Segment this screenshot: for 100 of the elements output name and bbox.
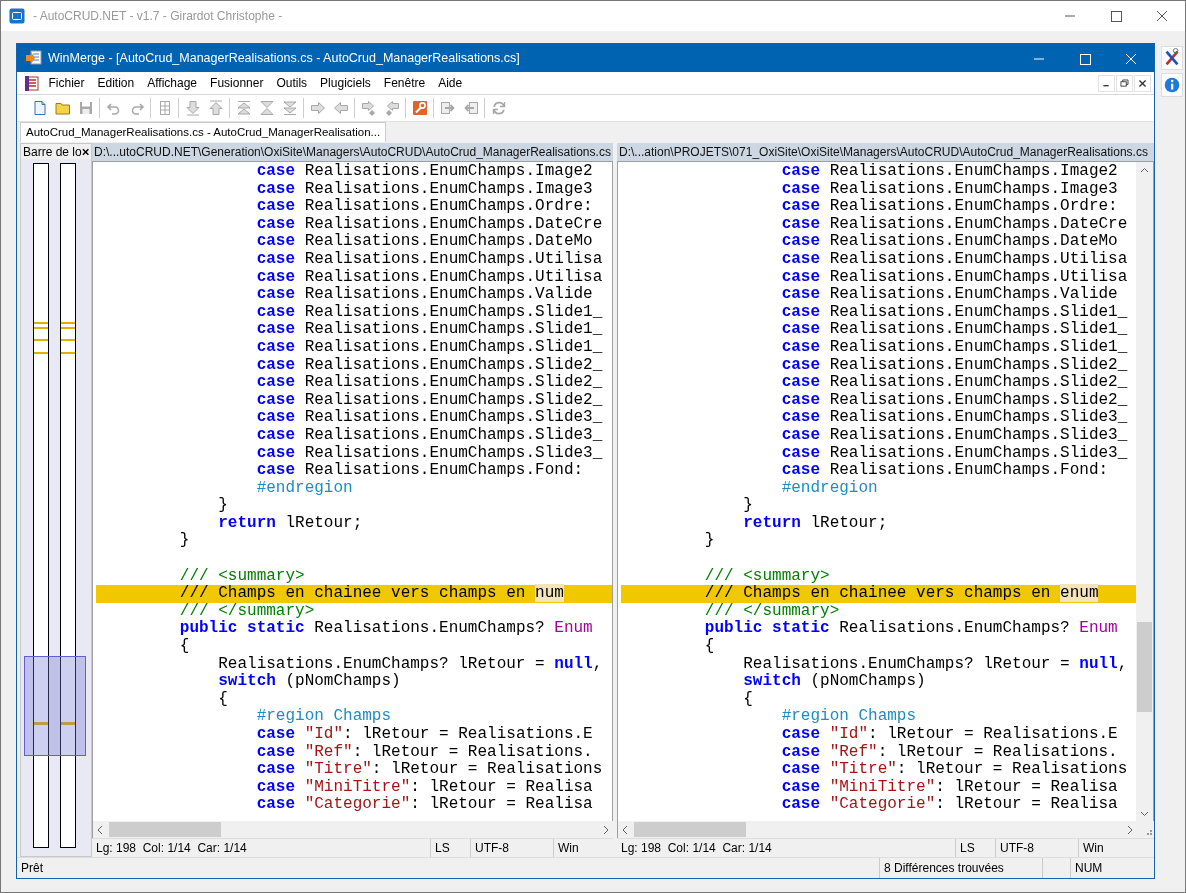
- page-icon[interactable]: [31, 100, 48, 116]
- code-line: case Realisations.EnumChamps.Utilisa: [255, 268, 604, 286]
- code-line: case Realisations.EnumChamps.Slide2_: [255, 391, 604, 409]
- tools-icon[interactable]: [1161, 46, 1183, 70]
- scroll-down-icon[interactable]: [1140, 811, 1149, 817]
- code-line: case "MiniTitre": lRetour = Realisa: [780, 778, 1119, 796]
- code-line: case Realisations.EnumChamps.Utilisa: [780, 268, 1129, 286]
- code-line: case Realisations.EnumChamps.Slide3_: [780, 444, 1129, 462]
- code-line: {: [217, 690, 229, 709]
- code-line: }: [703, 532, 716, 551]
- code-line: Realisations.EnumChamps? lRetour = null,: [217, 655, 604, 673]
- difference-count: 8 Différences trouvées: [879, 858, 1042, 878]
- menu-item[interactable]: Fusionner: [203, 76, 270, 90]
- menu-item[interactable]: Fenêtre: [377, 76, 432, 90]
- code-line: case Realisations.EnumChamps.DateCre: [780, 215, 1129, 233]
- num-lock-indicator: NUM: [1070, 858, 1132, 878]
- code-line: case Realisations.EnumChamps.Image3: [780, 180, 1119, 198]
- code-line: case Realisations.EnumChamps.Image3: [255, 180, 594, 198]
- scrollbar-thumb[interactable]: [634, 822, 746, 837]
- code-line: case Realisations.EnumChamps.Image2: [780, 163, 1119, 181]
- code-line: case Realisations.EnumChamps.Slide3_: [780, 426, 1129, 445]
- close-icon[interactable]: [81, 147, 89, 156]
- wrench-icon[interactable]: [411, 100, 428, 116]
- code-line: case "Titre": lRetour = Realisations: [780, 761, 1129, 779]
- code-line: case Realisations.EnumChamps.Valide: [780, 286, 1119, 304]
- code-line: case Realisations.EnumChamps.Slide2_: [780, 356, 1129, 374]
- code-line: #endregion: [780, 479, 879, 498]
- code-line: return lRetour;: [217, 514, 364, 533]
- window-title: - AutoCRUD.NET - v1.7 - Girardot Christophe -: [33, 9, 283, 23]
- restore-icon[interactable]: [1116, 74, 1133, 92]
- code-line: case Realisations.EnumChamps.Slide1_: [255, 303, 604, 321]
- code-line: case Realisations.EnumChamps.DateCre: [255, 215, 604, 233]
- code-line: }: [178, 532, 191, 551]
- minimize-icon[interactable]: [1098, 74, 1115, 92]
- info-icon[interactable]: [1161, 73, 1183, 97]
- document-icon: [25, 75, 39, 91]
- panel-title: Barre de lo: [23, 144, 82, 159]
- code-line: case Realisations.EnumChamps.Valide: [255, 286, 594, 304]
- code-line: {: [742, 690, 754, 709]
- file-path-header: D:\...ation\PROJETS\071_OxiSite\OxiSite\Managers\AutoCRUD\AutoCrud_ManagerRealisations.cs: [617, 143, 1154, 161]
- document-tab[interactable]: AutoCrud_ManagerRealisations.cs - AutoCrud_ManagerRealisation...: [20, 122, 387, 142]
- code-line: case Realisations.EnumChamps.Fond:: [780, 462, 1110, 480]
- code-line: switch (pNomChamps): [217, 673, 402, 691]
- code-line: case "Categorie": lRetour = Realisa: [780, 796, 1119, 814]
- menu-item[interactable]: Affichage: [140, 76, 204, 90]
- code-line: /// </summary>: [178, 602, 316, 620]
- code-line: }: [217, 497, 229, 515]
- menu-item[interactable]: Outils: [269, 76, 314, 90]
- code-line: }: [742, 497, 754, 515]
- code-line: case Realisations.EnumChamps.Slide1_: [780, 303, 1129, 321]
- scrollbar-thumb[interactable]: [1137, 622, 1152, 712]
- window-title: WinMerge - [AutoCrud_ManagerRealisations.cs - AutoCrud_ManagerRealisations.cs]: [48, 51, 520, 65]
- code-line: return lRetour;: [742, 514, 889, 533]
- encoding: UTF-8: [995, 839, 1078, 857]
- code-line: case Realisations.EnumChamps.Slide2_: [255, 356, 604, 374]
- code-line: case Realisations.EnumChamps.Slide1_: [780, 338, 1129, 357]
- folder-icon[interactable]: [54, 100, 71, 116]
- code-line: case Realisations.EnumChamps.Ordre:: [255, 198, 594, 216]
- code-line: case Realisations.EnumChamps.Slide1_: [780, 321, 1129, 339]
- code-line: case Realisations.EnumChamps.Ordre:: [780, 198, 1119, 216]
- code-line: public static Realisations.EnumChamps? Enum: [178, 620, 594, 638]
- code-line: /// <summary>: [178, 567, 306, 585]
- code-line: case "Categorie": lRetour = Realisa: [255, 796, 594, 814]
- code-line: case Realisations.EnumChamps.Slide2_: [780, 374, 1129, 392]
- code-line: switch (pNomChamps): [742, 673, 927, 691]
- code-line: {: [178, 638, 191, 656]
- code-line: case "Id": lRetour = Realisations.E: [780, 726, 1119, 744]
- menu-item[interactable]: Plugiciels: [313, 76, 378, 90]
- code-line: #region Champs: [780, 708, 918, 726]
- code-line: case Realisations.EnumChamps.Utilisa: [780, 250, 1129, 269]
- code-line: case Realisations.EnumChamps.DateMo: [255, 233, 594, 251]
- encoding: UTF-8: [470, 839, 553, 857]
- cursor-position: Lg: 198 Col: 1/14 Car: 1/14: [620, 841, 773, 855]
- file-path-header: D:\...utoCRUD.NET\Generation\OxiSite\Managers\AutoCRUD\AutoCrud_ManagerRealisations.cs: [92, 143, 613, 161]
- code-line: case Realisations.EnumChamps.Slide1_: [255, 338, 604, 357]
- menu-item[interactable]: Fichier: [42, 76, 91, 90]
- code-line: case Realisations.EnumChamps.Slide2_: [780, 391, 1129, 409]
- code-line: case Realisations.EnumChamps.Slide3_: [780, 409, 1129, 427]
- code-line: #region Champs: [255, 708, 393, 726]
- cursor-position: Lg: 198 Col: 1/14 Car: 1/14: [95, 841, 248, 855]
- menu-item[interactable]: Edition: [91, 76, 141, 90]
- code-line: case "Ref": lRetour = Realisations.: [780, 743, 1119, 761]
- line-ending: LS: [430, 839, 470, 857]
- code-line: case Realisations.EnumChamps.Slide3_: [255, 426, 604, 445]
- scroll-up-icon[interactable]: [1140, 167, 1149, 173]
- code-line: case Realisations.EnumChamps.Slide3_: [255, 409, 604, 427]
- code-line: {: [703, 638, 716, 656]
- code-line: case "Titre": lRetour = Realisations: [255, 761, 604, 779]
- code-line: case "MiniTitre": lRetour = Realisa: [255, 778, 594, 796]
- scrollbar-thumb[interactable]: [109, 822, 221, 837]
- code-line: public static Realisations.EnumChamps? Enum: [703, 620, 1119, 638]
- file-format: Win: [1078, 839, 1154, 857]
- menu-item[interactable]: Aide: [431, 76, 469, 90]
- code-line: case Realisations.EnumChamps.DateMo: [780, 233, 1119, 251]
- code-line: case "Id": lRetour = Realisations.E: [255, 726, 594, 744]
- app-icon: [9, 8, 25, 24]
- code-line: case Realisations.EnumChamps.Image2: [255, 163, 594, 181]
- code-line: case Realisations.EnumChamps.Fond:: [255, 462, 585, 480]
- code-line: #endregion: [255, 479, 354, 498]
- code-line: case Realisations.EnumChamps.Slide2_: [255, 374, 604, 392]
